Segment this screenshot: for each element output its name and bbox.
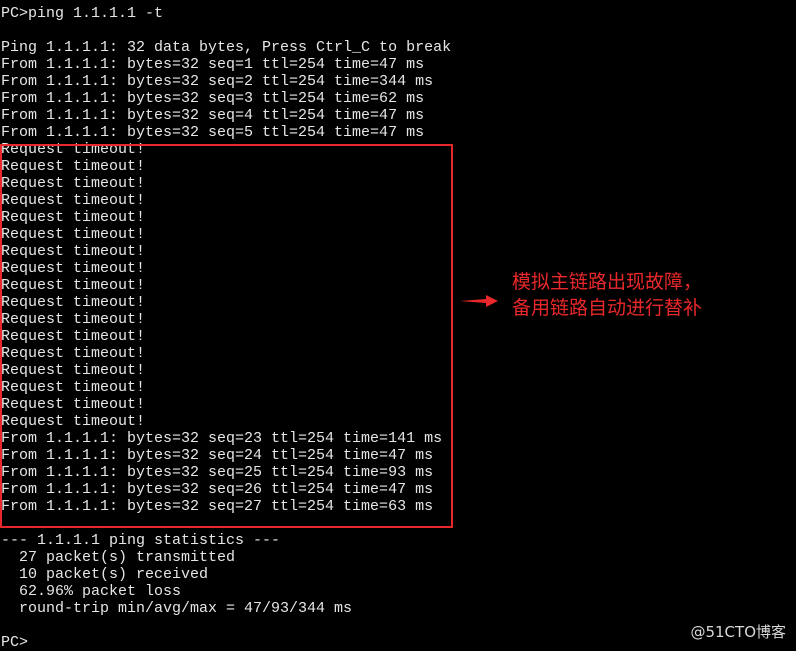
watermark: @51CTO博客 <box>690 623 786 641</box>
highlight-box <box>0 144 453 528</box>
annotation-text: 模拟主链路出现故障， 备用链路自动进行替补 <box>512 269 702 321</box>
terminal-line: 62.96% packet loss <box>1 583 182 600</box>
terminal-line: From 1.1.1.1: bytes=32 seq=4 ttl=254 tim… <box>1 107 425 124</box>
terminal-line: From 1.1.1.1: bytes=32 seq=3 ttl=254 tim… <box>1 90 425 107</box>
terminal-line: Ping 1.1.1.1: 32 data bytes, Press Ctrl_… <box>1 39 452 56</box>
terminal-line: From 1.1.1.1: bytes=32 seq=2 ttl=254 tim… <box>1 73 434 90</box>
terminal-line: From 1.1.1.1: bytes=32 seq=5 ttl=254 tim… <box>1 124 425 141</box>
annotation-line: 模拟主链路出现故障， <box>512 271 703 293</box>
terminal-line: 27 packet(s) transmitted <box>1 549 236 566</box>
arrow-right-icon <box>460 295 498 307</box>
terminal-line: round-trip min/avg/max = 47/93/344 ms <box>1 600 353 617</box>
annotation-line: 备用链路自动进行替补 <box>512 297 703 319</box>
terminal-line: 10 packet(s) received <box>1 566 209 583</box>
terminal-line: PC> <box>1 634 29 651</box>
terminal-line: --- 1.1.1.1 ping statistics --- <box>1 532 281 549</box>
terminal-line: From 1.1.1.1: bytes=32 seq=1 ttl=254 tim… <box>1 56 425 73</box>
terminal-line: PC>ping 1.1.1.1 -t <box>1 5 164 22</box>
